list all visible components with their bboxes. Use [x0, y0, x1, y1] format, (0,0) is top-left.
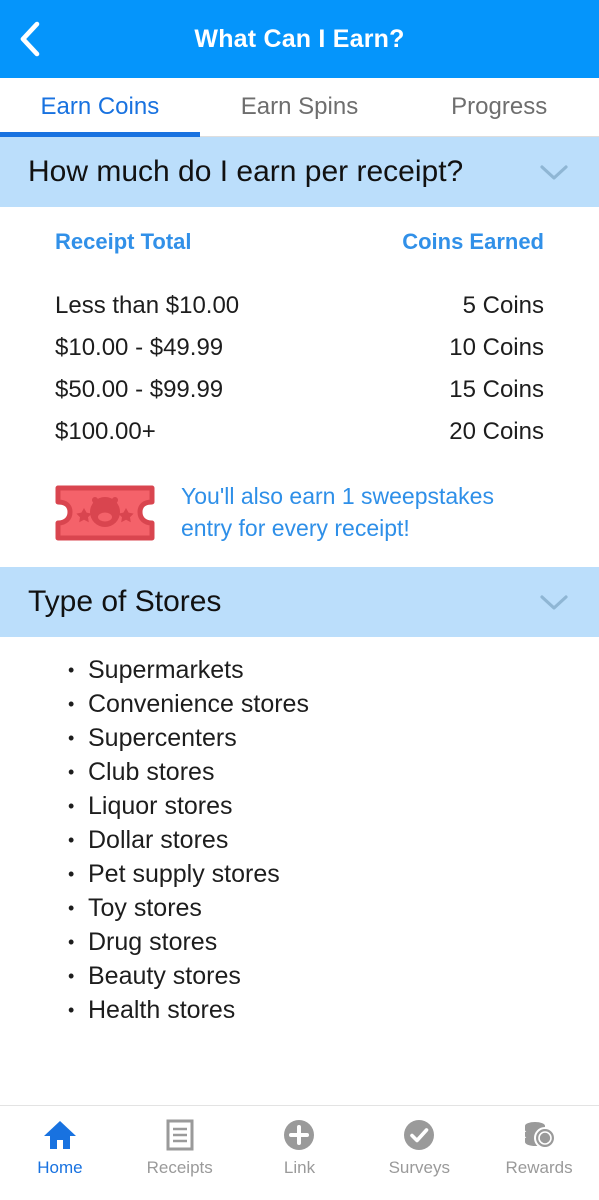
- nav-label: Home: [37, 1158, 83, 1177]
- table-row: $50.00 - $99.99 15 Coins: [55, 369, 544, 411]
- column-header-receipt-total: Receipt Total: [55, 229, 192, 255]
- coins-value: 15 Coins: [449, 376, 544, 404]
- chevron-down-icon[interactable]: [537, 161, 571, 183]
- nav-item-home[interactable]: Home: [0, 1118, 120, 1178]
- page-title: What Can I Earn?: [194, 24, 405, 53]
- section-title: Type of Stores: [28, 584, 222, 618]
- receipt-range: Less than $10.00: [55, 292, 240, 320]
- list-item: Club stores: [68, 755, 599, 789]
- tab-earn-coins[interactable]: Earn Coins: [0, 78, 200, 137]
- list-item: Toy stores: [68, 891, 599, 925]
- coins-value: 10 Coins: [449, 334, 544, 362]
- chevron-left-icon: [17, 20, 43, 58]
- list-item: Health stores: [68, 993, 599, 1027]
- coins-value: 5 Coins: [462, 292, 544, 320]
- nav-item-surveys[interactable]: Surveys: [359, 1118, 479, 1178]
- list-item: Liquor stores: [68, 789, 599, 823]
- list-item: Convenience stores: [68, 687, 599, 721]
- nav-item-receipts[interactable]: Receipts: [120, 1118, 240, 1178]
- list-item: Supermarkets: [68, 653, 599, 687]
- nav-label: Surveys: [388, 1158, 450, 1177]
- list-item: Beauty stores: [68, 959, 599, 993]
- sweepstakes-text: You'll also earn 1 sweepstakes entry for…: [181, 483, 494, 542]
- nav-label: Receipts: [146, 1158, 213, 1177]
- receipt-range: $100.00+: [55, 418, 156, 446]
- tab-bar: Earn Coins Earn Spins Progress: [0, 78, 599, 137]
- tab-label: Earn Coins: [40, 93, 160, 120]
- receipt-range: $50.00 - $99.99: [55, 376, 224, 404]
- receipt-icon: [166, 1118, 194, 1152]
- app-bar: What Can I Earn?: [0, 0, 599, 78]
- home-icon: [43, 1118, 77, 1152]
- nav-item-rewards[interactable]: Rewards: [479, 1118, 599, 1178]
- chevron-down-icon[interactable]: [537, 591, 571, 613]
- column-header-coins-earned: Coins Earned: [402, 229, 544, 255]
- check-circle-icon: [403, 1118, 435, 1152]
- table-header-row: Receipt Total Coins Earned: [55, 229, 544, 285]
- back-button[interactable]: [0, 0, 60, 78]
- table-row: $100.00+ 20 Coins: [55, 411, 544, 453]
- table-row: Less than $10.00 5 Coins: [55, 285, 544, 327]
- ticket-icon: [55, 485, 155, 541]
- section-title: How much do I earn per receipt?: [28, 155, 464, 188]
- coins-value: 20 Coins: [449, 418, 544, 446]
- coins-icon: [522, 1118, 557, 1152]
- bottom-navigation-bar: Home Receipts Link Surveys Rewards: [0, 1105, 599, 1200]
- list-item: Drug stores: [68, 925, 599, 959]
- table-row: $10.00 - $49.99 10 Coins: [55, 327, 544, 369]
- list-item: Supercenters: [68, 721, 599, 755]
- store-types-list: Supermarkets Convenience stores Supercen…: [0, 653, 599, 1027]
- earnings-table: Receipt Total Coins Earned Less than $10…: [55, 229, 544, 453]
- receipt-range: $10.00 - $49.99: [55, 334, 224, 362]
- earnings-panel: Receipt Total Coins Earned Less than $10…: [0, 207, 599, 472]
- tab-label: Earn Spins: [240, 93, 359, 120]
- tab-earn-spins[interactable]: Earn Spins: [200, 78, 400, 136]
- list-item: Pet supply stores: [68, 857, 599, 891]
- nav-item-link[interactable]: Link: [240, 1118, 360, 1178]
- section-header-type-of-stores[interactable]: Type of Stores: [0, 566, 599, 638]
- tab-progress[interactable]: Progress: [399, 78, 599, 136]
- sweepstakes-note: You'll also earn 1 sweepstakes entry for…: [0, 471, 599, 567]
- nav-label: Rewards: [505, 1158, 573, 1177]
- list-item: Dollar stores: [68, 823, 599, 857]
- app-screen: What Can I Earn? Earn Coins Earn Spins P…: [0, 0, 599, 1200]
- nav-label: Link: [283, 1158, 316, 1177]
- section-header-earn-per-receipt[interactable]: How much do I earn per receipt?: [0, 137, 599, 208]
- plus-circle-icon: [283, 1118, 315, 1152]
- tab-label: Progress: [451, 93, 548, 120]
